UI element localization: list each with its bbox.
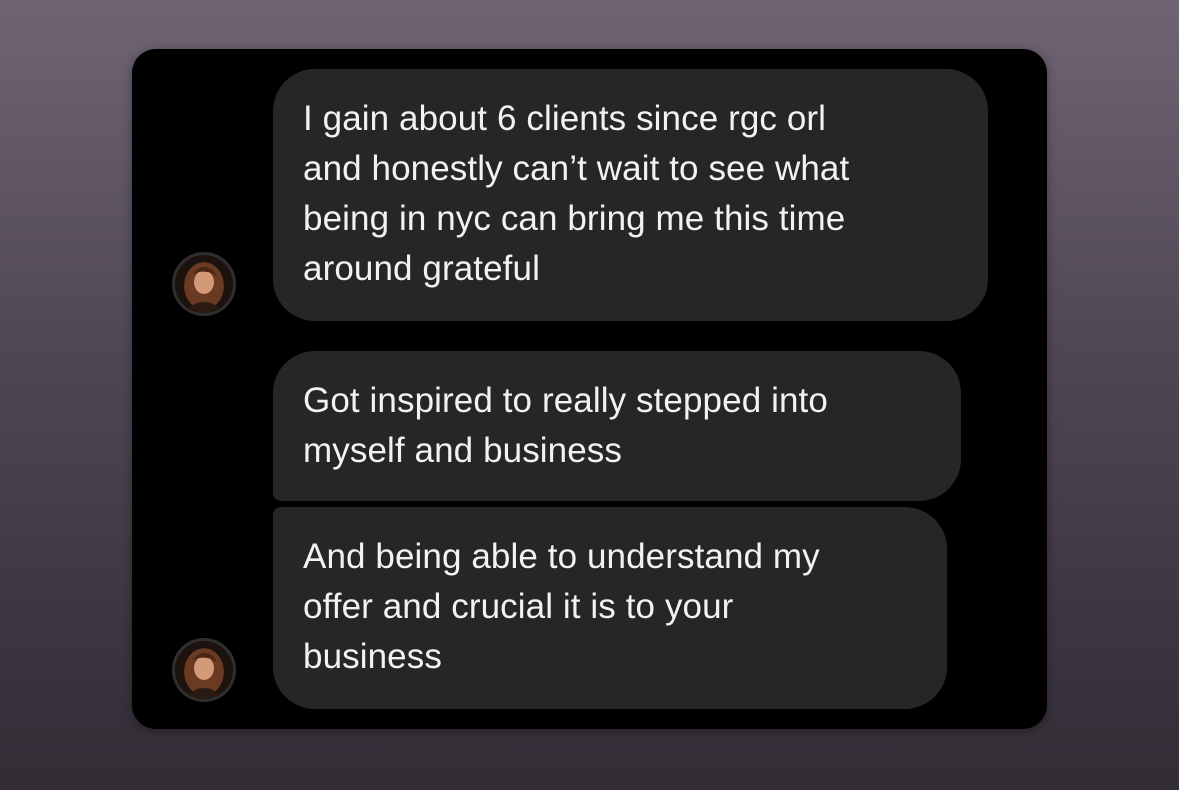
chat-panel: I gain about 6 clients since rgc orl and… — [132, 49, 1047, 729]
sender-avatar[interactable] — [172, 252, 236, 316]
message-bubble[interactable]: And being able to understand my offer an… — [273, 507, 947, 709]
message-bubble[interactable]: Got inspired to really stepped into myse… — [273, 351, 961, 501]
message-bubble[interactable]: I gain about 6 clients since rgc orl and… — [273, 69, 988, 321]
profile-photo-icon — [175, 255, 233, 313]
sender-avatar[interactable] — [172, 638, 236, 702]
profile-photo-icon — [175, 641, 233, 699]
